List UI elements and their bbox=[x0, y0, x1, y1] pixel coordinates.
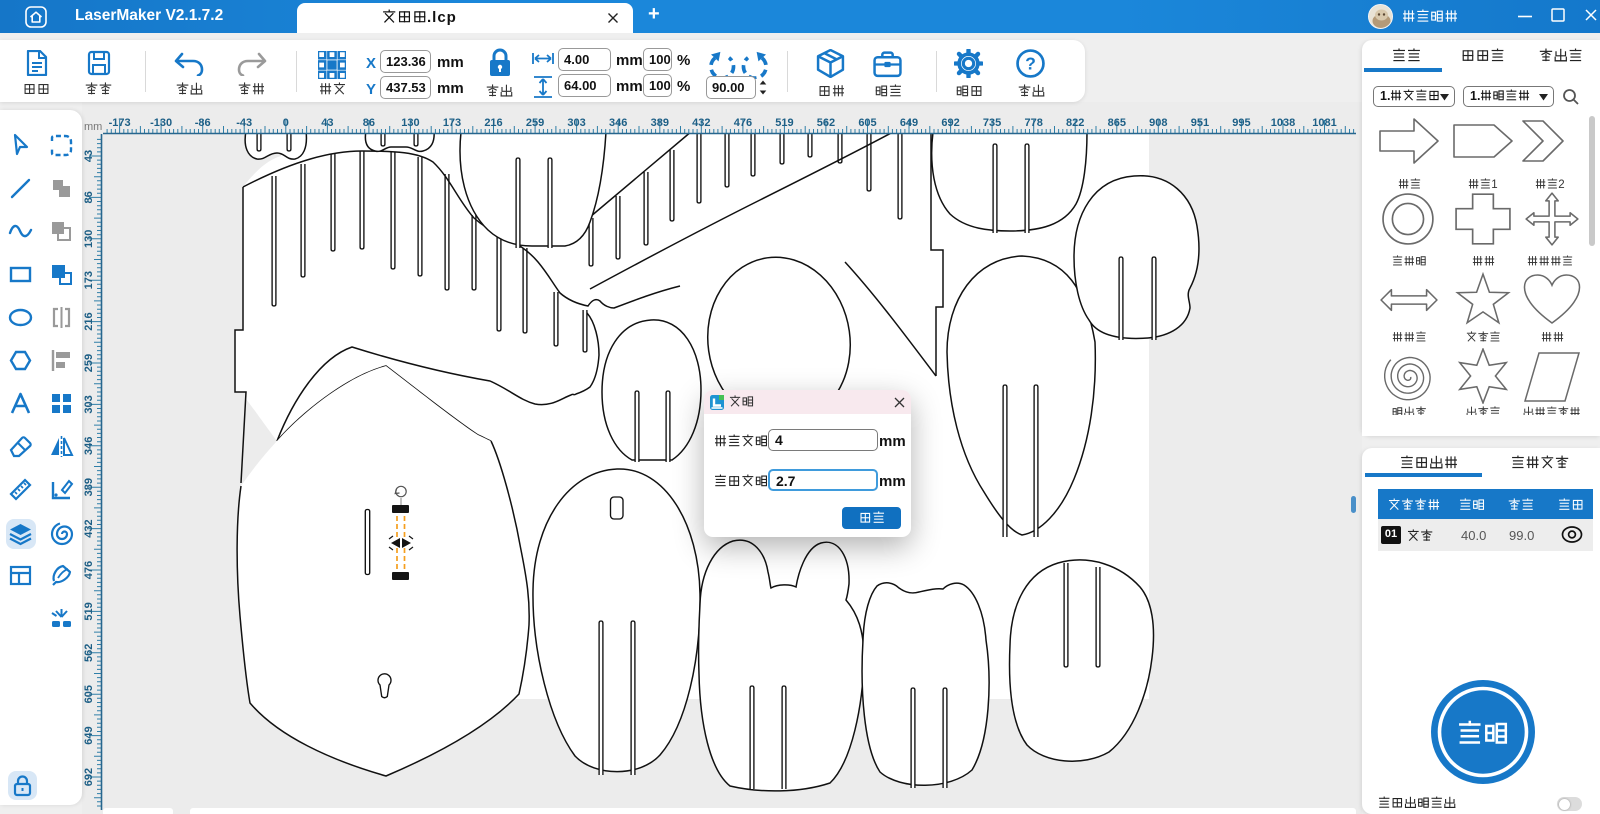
svg-text:865: 865 bbox=[1108, 117, 1126, 129]
svg-text:259: 259 bbox=[83, 354, 95, 372]
svg-text:216: 216 bbox=[484, 117, 502, 129]
svg-text:mm: mm bbox=[84, 121, 102, 133]
svg-text:562: 562 bbox=[83, 644, 95, 662]
svg-text:130: 130 bbox=[83, 230, 95, 248]
svg-text:778: 778 bbox=[1025, 117, 1043, 129]
svg-text:389: 389 bbox=[83, 478, 95, 496]
svg-text:735: 735 bbox=[983, 117, 1001, 129]
svg-text:995: 995 bbox=[1232, 117, 1250, 129]
svg-text:1038: 1038 bbox=[1271, 117, 1295, 129]
svg-text:346: 346 bbox=[83, 437, 95, 455]
svg-text:173: 173 bbox=[83, 271, 95, 289]
svg-text:216: 216 bbox=[83, 312, 95, 330]
svg-text:43: 43 bbox=[321, 117, 333, 129]
svg-text:1081: 1081 bbox=[1312, 117, 1336, 129]
svg-text:822: 822 bbox=[1066, 117, 1084, 129]
svg-text:303: 303 bbox=[83, 395, 95, 413]
svg-text:-43: -43 bbox=[236, 117, 252, 129]
svg-text:692: 692 bbox=[83, 768, 95, 786]
svg-text:951: 951 bbox=[1191, 117, 1209, 129]
svg-text:649: 649 bbox=[83, 726, 95, 744]
svg-text:519: 519 bbox=[83, 602, 95, 620]
svg-text:519: 519 bbox=[775, 117, 793, 129]
svg-text:86: 86 bbox=[363, 117, 375, 129]
svg-text:86: 86 bbox=[83, 191, 95, 203]
svg-text:692: 692 bbox=[941, 117, 959, 129]
svg-text:476: 476 bbox=[734, 117, 752, 129]
svg-text:346: 346 bbox=[609, 117, 627, 129]
svg-text:476: 476 bbox=[83, 561, 95, 579]
svg-text:432: 432 bbox=[83, 519, 95, 537]
svg-text:-86: -86 bbox=[195, 117, 211, 129]
svg-text:605: 605 bbox=[83, 685, 95, 703]
svg-text:43: 43 bbox=[83, 150, 95, 162]
svg-text:605: 605 bbox=[858, 117, 876, 129]
svg-text:908: 908 bbox=[1149, 117, 1167, 129]
svg-text:649: 649 bbox=[900, 117, 918, 129]
svg-text:259: 259 bbox=[526, 117, 544, 129]
svg-text:303: 303 bbox=[567, 117, 585, 129]
svg-text:0: 0 bbox=[283, 117, 289, 129]
svg-text:389: 389 bbox=[651, 117, 669, 129]
svg-text:130: 130 bbox=[401, 117, 419, 129]
svg-text:-173: -173 bbox=[109, 117, 131, 129]
svg-text:-130: -130 bbox=[150, 117, 172, 129]
svg-text:432: 432 bbox=[692, 117, 710, 129]
svg-text:562: 562 bbox=[817, 117, 835, 129]
svg-text:173: 173 bbox=[443, 117, 461, 129]
svg-text:?: ? bbox=[1025, 54, 1036, 74]
